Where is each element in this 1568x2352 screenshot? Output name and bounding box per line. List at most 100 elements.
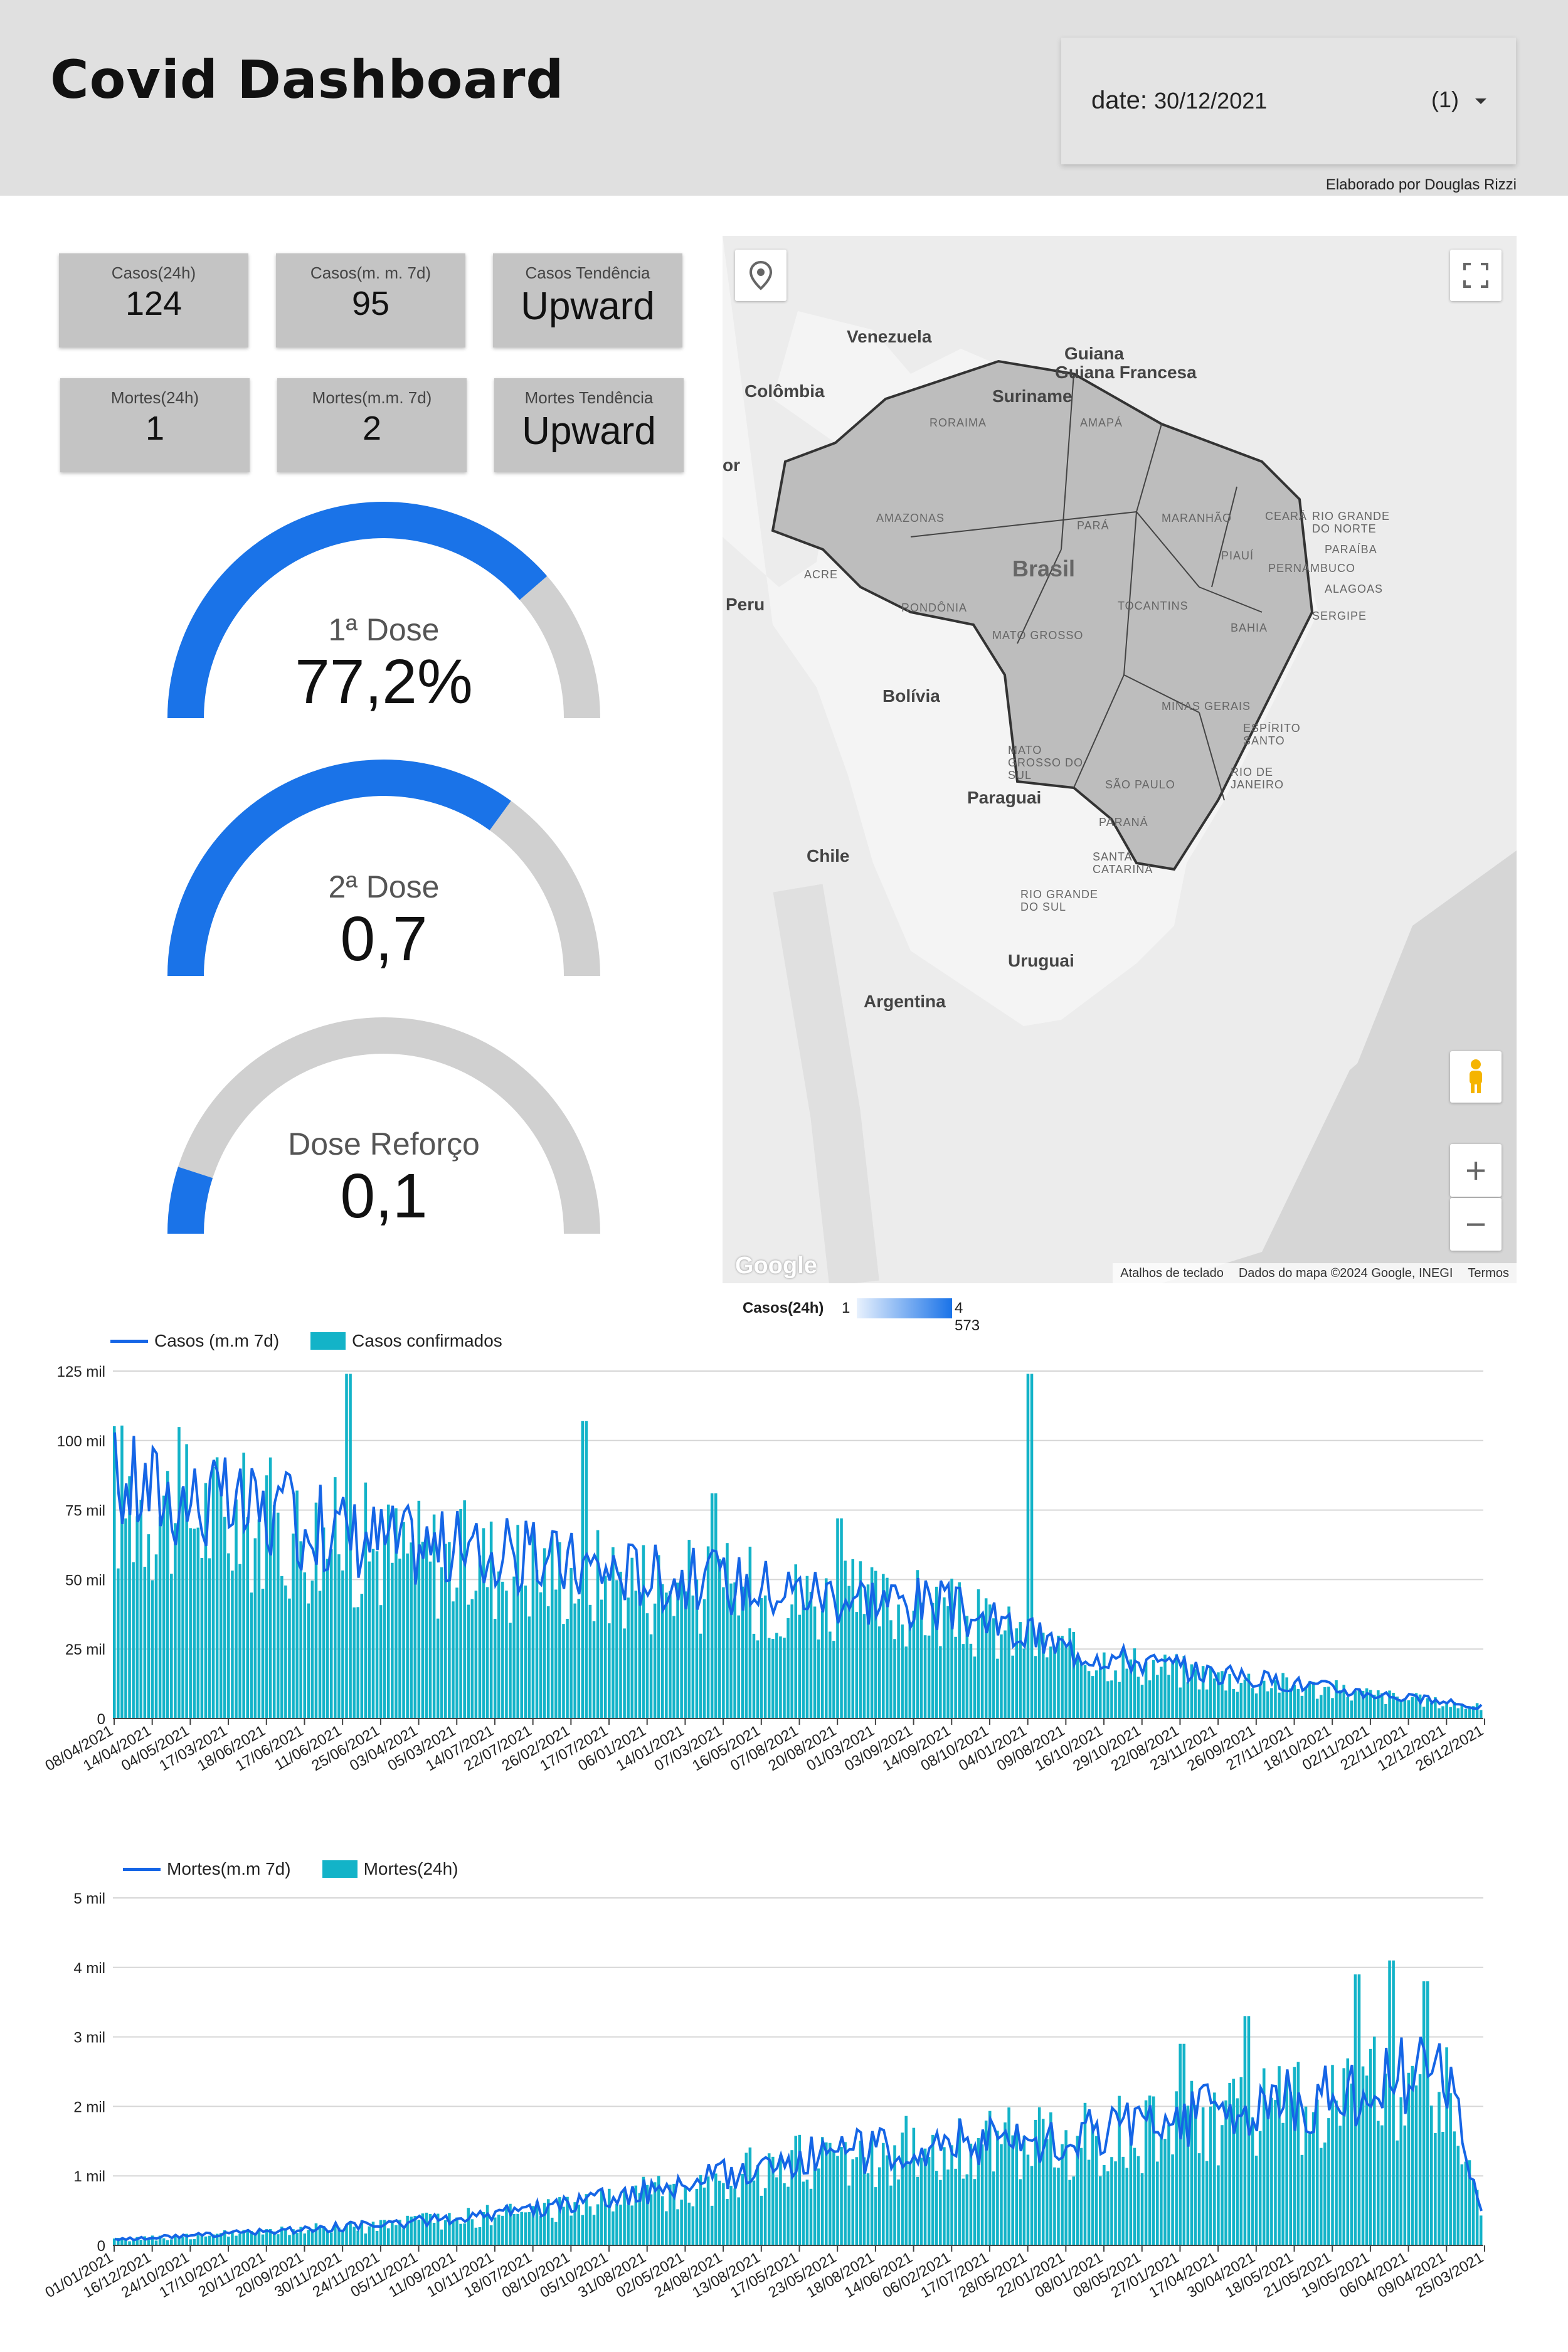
fullscreen-icon[interactable] — [1450, 250, 1502, 301]
bar — [566, 1618, 569, 1719]
bar — [1140, 2173, 1144, 2245]
bar — [965, 2174, 969, 2245]
bar — [1133, 1648, 1136, 1719]
bar — [1411, 2065, 1414, 2245]
bar — [908, 1622, 912, 1719]
map-label-sao-paulo: SÃO PAULO — [1105, 778, 1175, 791]
bar — [1011, 1655, 1014, 1719]
bar — [1221, 2125, 1224, 2245]
bar — [1266, 1691, 1269, 1719]
bar — [1258, 2131, 1262, 2245]
location-pin-icon[interactable] — [735, 250, 787, 301]
bar — [562, 2206, 565, 2245]
page-title: Covid Dashboard — [50, 49, 564, 110]
bar — [706, 2176, 710, 2245]
chevron-down-icon[interactable] — [1475, 98, 1486, 104]
bar — [1037, 2107, 1041, 2245]
bar — [139, 2240, 143, 2245]
bar — [1094, 1670, 1098, 1719]
bar — [1209, 2106, 1212, 2245]
bar — [1171, 1663, 1174, 1719]
bar — [1396, 2140, 1399, 2245]
bar — [1422, 1707, 1426, 1719]
bar — [1213, 2092, 1216, 2245]
bar — [619, 1571, 622, 1719]
brazil-map[interactable]: Venezuela Guiana Guiana Francesa Surinam… — [723, 236, 1517, 1283]
legend-series-line: Casos (m.m 7d) — [154, 1331, 280, 1350]
bar — [1228, 1674, 1231, 1719]
y-tick-label: 2 mil — [73, 2099, 105, 2116]
bar — [143, 1567, 147, 1719]
bar — [1022, 2136, 1026, 2245]
bar — [1311, 1682, 1315, 1719]
keyboard-shortcuts-link[interactable]: Atalhos de teclado — [1113, 1266, 1231, 1281]
zoom-in-button[interactable]: + — [1450, 1144, 1502, 1197]
bar — [1377, 1690, 1380, 1719]
map-label-rio-de-janeiro: RIO DE JANEIRO — [1231, 766, 1285, 791]
bar — [1103, 1652, 1106, 1719]
bar — [1262, 1680, 1266, 1719]
bar — [1171, 2154, 1174, 2245]
bar — [1384, 1703, 1387, 1719]
bar — [288, 1598, 291, 1719]
bar — [512, 1576, 516, 1719]
bar — [177, 2238, 181, 2245]
bar — [946, 1606, 950, 1719]
kpi-value: 95 — [351, 285, 390, 322]
pegman-icon[interactable] — [1450, 1051, 1502, 1103]
bar — [969, 1643, 973, 1719]
kpi-value: Upward — [522, 410, 656, 453]
bar — [1372, 2037, 1376, 2245]
map-label-acre: ACRE — [804, 568, 839, 581]
bar — [927, 2157, 931, 2245]
bar — [485, 1587, 489, 1719]
bar — [649, 1634, 653, 1719]
bar — [1281, 1673, 1285, 1719]
bar — [550, 1531, 554, 1719]
bar — [627, 2204, 630, 2245]
bar — [1000, 1634, 1003, 1719]
bar — [440, 1567, 443, 1719]
bar — [231, 2232, 234, 2245]
bar — [1148, 1680, 1152, 1719]
kpi-label: Mortes Tendência — [524, 388, 654, 407]
bar — [832, 1641, 835, 1719]
bar — [1399, 2097, 1403, 2245]
date-filter-dropdown[interactable]: date: 30/12/2021 (1) — [1061, 38, 1516, 164]
bar — [889, 2185, 893, 2245]
bar — [1434, 2132, 1437, 2245]
bar — [535, 1569, 539, 1719]
bar — [527, 1616, 531, 1719]
bar — [844, 1560, 847, 1719]
bar — [901, 2132, 904, 2245]
bar — [364, 1482, 368, 1719]
bar — [1258, 1685, 1262, 1719]
bar — [1217, 2165, 1220, 2245]
bar — [223, 1517, 226, 1719]
bar — [440, 2229, 443, 2245]
bar — [1479, 1710, 1483, 1719]
kpi-label: Casos(m. m. 7d) — [310, 263, 432, 282]
bar — [1407, 1700, 1411, 1719]
bar — [303, 1572, 307, 1719]
bar — [763, 1595, 767, 1719]
bar — [1411, 1697, 1414, 1719]
bar — [1346, 1697, 1350, 1719]
bar — [1278, 1692, 1281, 1719]
bar — [406, 1553, 409, 1719]
bar — [539, 1592, 543, 1719]
bar — [391, 1562, 394, 1719]
bar — [516, 1525, 519, 1719]
bar — [802, 2181, 805, 2245]
bar — [204, 2236, 208, 2245]
bar — [174, 1523, 177, 1719]
bar — [1098, 2176, 1102, 2245]
map-label-uruguai: Uruguai — [1008, 951, 1074, 970]
bar — [154, 2240, 158, 2245]
terms-link[interactable]: Termos — [1460, 1266, 1517, 1281]
zoom-out-button[interactable]: − — [1450, 1198, 1502, 1251]
bar — [227, 1553, 230, 1719]
bar — [603, 1576, 607, 1719]
bar — [1148, 2095, 1152, 2245]
bar — [364, 2233, 368, 2245]
